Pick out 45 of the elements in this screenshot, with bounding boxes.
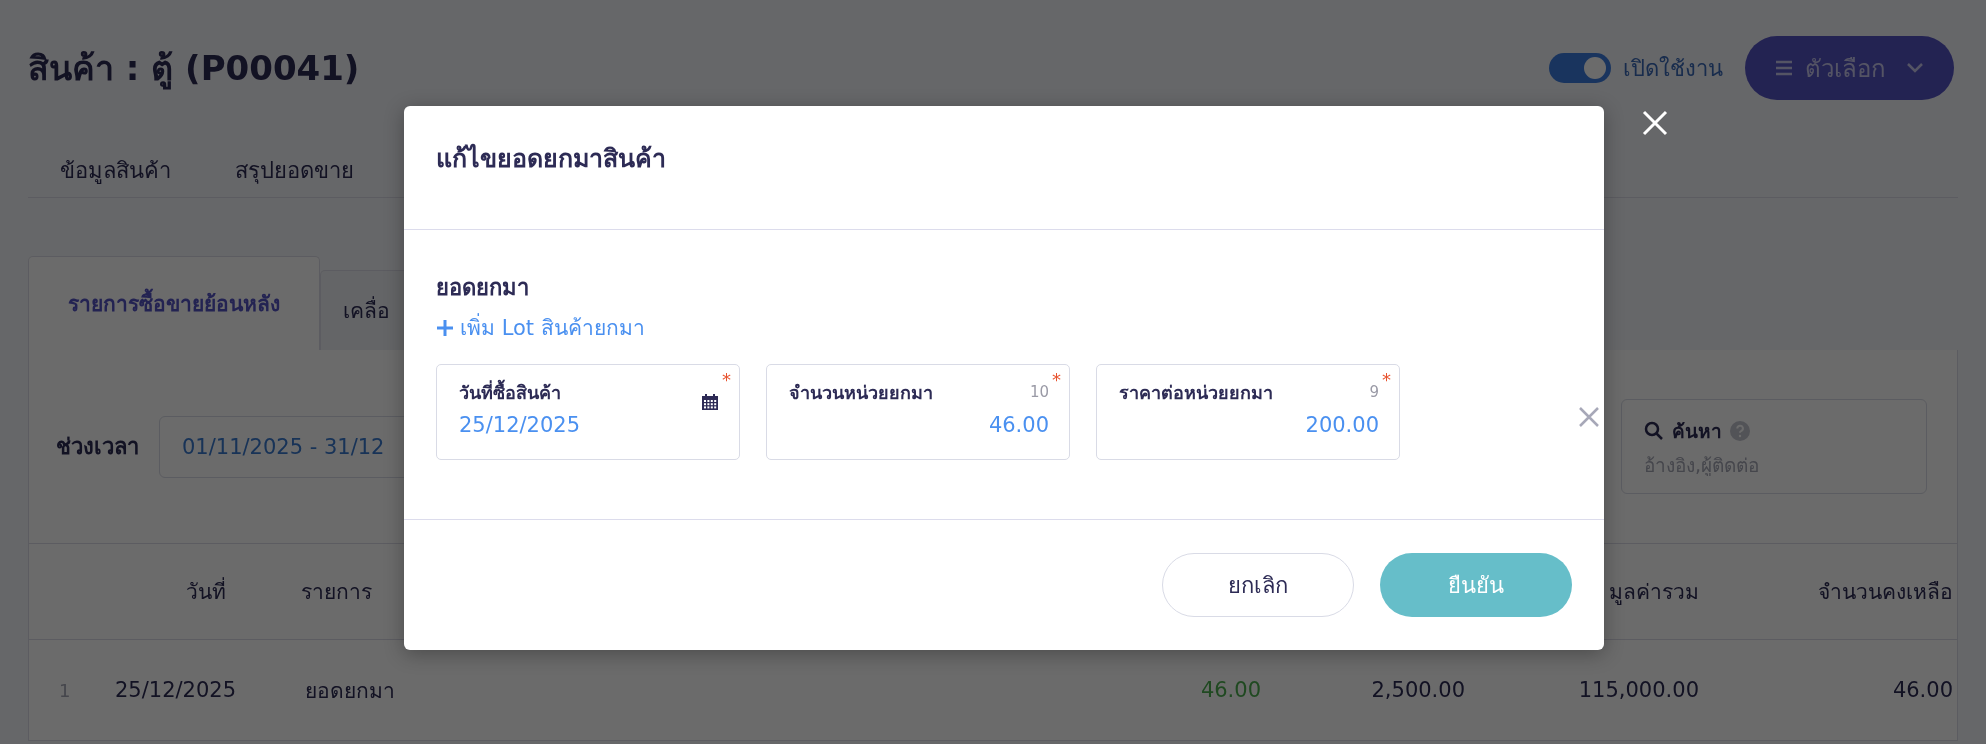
search-icon [1644, 421, 1664, 441]
page-title: สินค้า : ตู้ (P00041) [28, 47, 360, 92]
field-label: จำนวนหน่วยยกมา [789, 380, 933, 405]
column-header: รายการ [301, 579, 373, 606]
help-icon[interactable] [1730, 421, 1750, 441]
input-field[interactable]: จำนวนหน่วยยกมา 10 46.00 * [766, 364, 1070, 460]
tab[interactable]: ข้อมูลสินค้า [28, 138, 203, 196]
table-cell-text: 46.00 [1199, 678, 1262, 702]
field-value: 200.00 [1304, 413, 1379, 437]
input-field[interactable]: วันที่ซื้อสินค้า 25/12/2025 * [436, 364, 740, 460]
required-mark: * [1382, 369, 1391, 390]
filter-label: ช่วงเวลา [56, 433, 139, 461]
character-counter: 9 [1369, 383, 1379, 401]
field-label: ราคาต่อหน่วยยกมา [1119, 380, 1273, 405]
input-field[interactable]: ราคาต่อหน่วยยกมา 9 200.00 * [1096, 364, 1400, 460]
cancel-button[interactable]: ยกเลิก [1162, 553, 1354, 617]
character-counter: 10 [1029, 383, 1049, 401]
remove-icon[interactable] [1578, 406, 1600, 428]
table-cell-text: 2,500.00 [1370, 678, 1466, 702]
table-cell-text: 25/12/2025 [114, 678, 238, 702]
tab[interactable]: สรุปยอดขาย [203, 138, 386, 196]
field-label: วันที่ซื้อสินค้า [459, 378, 561, 405]
field-value: 25/12/2025 [459, 413, 581, 437]
section-title: ยอดยกมา [436, 274, 529, 302]
menu-icon [1775, 59, 1793, 77]
toggle-switch[interactable] [1549, 53, 1611, 83]
column-header: มูลค่ารวม [1609, 579, 1699, 607]
field-value: 46.00 [987, 413, 1049, 437]
caret-icon [1906, 62, 1924, 74]
plus-icon [436, 318, 454, 337]
tab[interactable]: รายการซื้อขายย้อนหลัง [28, 256, 320, 350]
confirm-button[interactable]: ยืนยัน [1380, 553, 1572, 617]
dialog-title: แก้ไขยอดยกมาสินค้า [436, 142, 667, 175]
column-header: จำนวนคงเหลือ [1818, 579, 1953, 606]
calendar-icon[interactable] [701, 393, 719, 411]
table-cell-text: 115,000.00 [1577, 678, 1700, 702]
close-icon[interactable] [1642, 110, 1668, 136]
table-cell-text: 46.00 [1891, 678, 1954, 702]
required-mark: * [1052, 369, 1061, 390]
search-label: ค้นหา [1672, 419, 1722, 444]
active-toggle[interactable]: เปิดใช้งาน [1549, 50, 1723, 86]
add-lot-link[interactable]: เพิ่ม Lot สินค้ายกมา [436, 311, 645, 344]
column-header: วันที่ [186, 575, 226, 608]
required-mark: * [722, 369, 731, 390]
table-cell-text: ยอดยกมา [304, 677, 396, 705]
